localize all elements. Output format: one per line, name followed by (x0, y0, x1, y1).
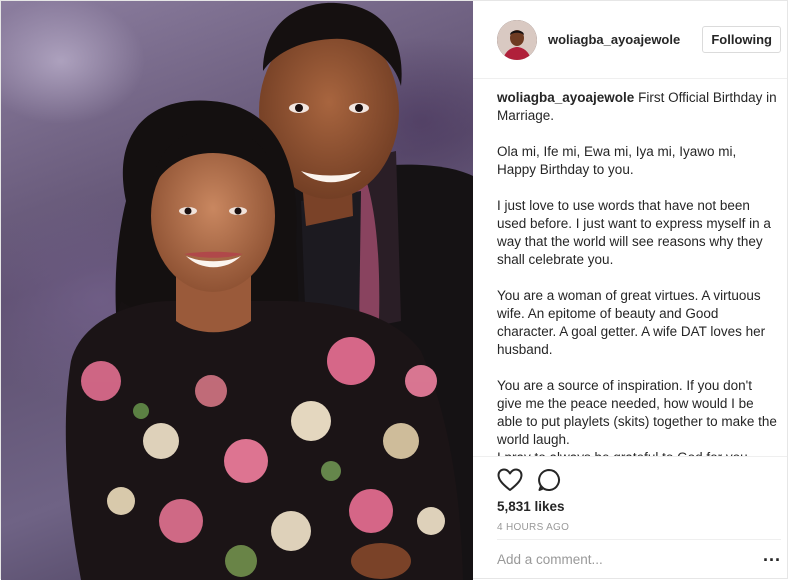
header-username[interactable]: woliagba_ayoajewole (548, 32, 702, 47)
post-actions (473, 457, 787, 503)
post-photo[interactable] (1, 1, 473, 580)
heart-icon[interactable] (497, 468, 523, 492)
avatar[interactable] (497, 19, 537, 60)
caption-paragraph: You are a woman of great virtues. A virt… (497, 288, 766, 357)
likes-count[interactable]: 5,831 likes (473, 499, 787, 514)
caption-paragraph: Ola mi, Ife mi, Ewa mi, Iya mi, Iyawo mi… (497, 144, 737, 177)
post-header: woliagba_ayoajewole Following (473, 1, 787, 79)
caption-username[interactable]: woliagba_ayoajewole (497, 90, 634, 105)
caption-paragraph: I pray to always be grateful to God for … (497, 449, 777, 456)
caption-first-paragraph: woliagba_ayoajewole First Official Birth… (497, 89, 777, 125)
post-timestamp[interactable]: 4 HOURS AGO (473, 522, 787, 533)
caption-scroll-area[interactable]: woliagba_ayoajewole First Official Birth… (473, 79, 787, 457)
caption-paragraph: You are a source of inspiration. If you … (497, 378, 777, 447)
more-options-icon[interactable]: ... (763, 546, 781, 568)
caption-paragraph: I just love to use words that have not b… (497, 198, 771, 267)
post-side-panel: woliagba_ayoajewole Following woliagba_a… (473, 1, 787, 578)
instagram-post: woliagba_ayoajewole Following woliagba_a… (0, 0, 788, 580)
comment-icon[interactable] (537, 468, 561, 492)
comment-input[interactable] (497, 551, 763, 567)
comment-bar: ... (497, 539, 781, 578)
following-button[interactable]: Following (702, 26, 781, 53)
couple-photo-illustration (65, 2, 473, 580)
avatar-image (497, 19, 537, 60)
